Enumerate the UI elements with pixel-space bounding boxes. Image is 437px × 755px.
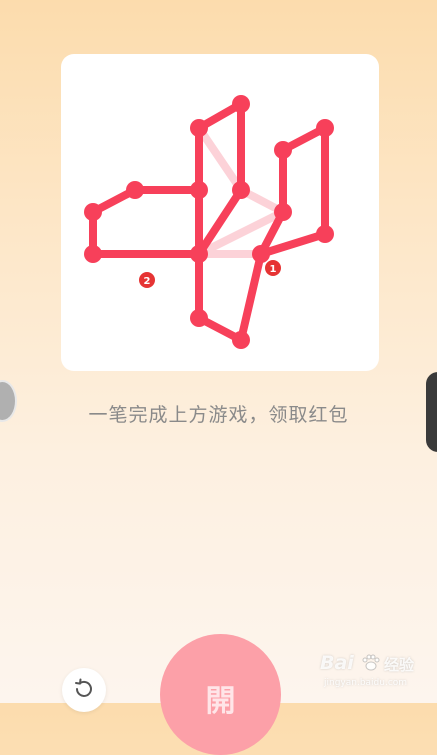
puzzle-node-l[interactable] (252, 245, 270, 263)
puzzle-node-g[interactable] (274, 203, 292, 221)
paw-icon (362, 654, 380, 671)
puzzle-node-e[interactable] (190, 119, 208, 137)
puzzle-node-i[interactable] (316, 225, 334, 243)
puzzle-node-f[interactable] (232, 181, 250, 199)
puzzle-card: 12 (61, 54, 379, 371)
puzzle-node-k[interactable] (190, 245, 208, 263)
puzzle-node-a[interactable] (84, 203, 102, 221)
open-button-label: 開 (205, 684, 236, 719)
restart-icon (75, 678, 92, 697)
puzzle-node-d[interactable] (232, 95, 250, 113)
step-marker-label: 2 (144, 276, 151, 287)
puzzle-edge-o-l (237, 250, 265, 344)
puzzle-node-b[interactable] (126, 181, 144, 199)
one-stroke-puzzle-board[interactable]: 12 (61, 54, 379, 371)
watermark-brand-suffix: 经验 (384, 656, 415, 674)
puzzle-node-o[interactable] (232, 331, 250, 349)
puzzle-node-p[interactable] (84, 245, 102, 263)
step-marker-2: 2 (139, 272, 155, 288)
puzzle-node-h[interactable] (316, 119, 334, 137)
step-marker-1: 1 (265, 260, 281, 276)
baidu-jingyan-watermark: Bai 经验 jingyan.baidu.com (320, 648, 430, 696)
instruction-text: 一笔完成上方游戏，领取红包 (88, 404, 349, 426)
watermark-brand: Bai (320, 652, 354, 674)
open-red-packet-button[interactable]: 開 (160, 634, 281, 755)
puzzle-node-c[interactable] (190, 181, 208, 199)
restart-button[interactable] (62, 668, 106, 712)
puzzle-node-m[interactable] (190, 309, 208, 327)
watermark-url: jingyan.baidu.com (324, 678, 408, 688)
puzzle-node-j[interactable] (274, 141, 292, 159)
puzzle-edge-e-f (195, 124, 245, 194)
step-marker-label: 1 (270, 264, 277, 275)
